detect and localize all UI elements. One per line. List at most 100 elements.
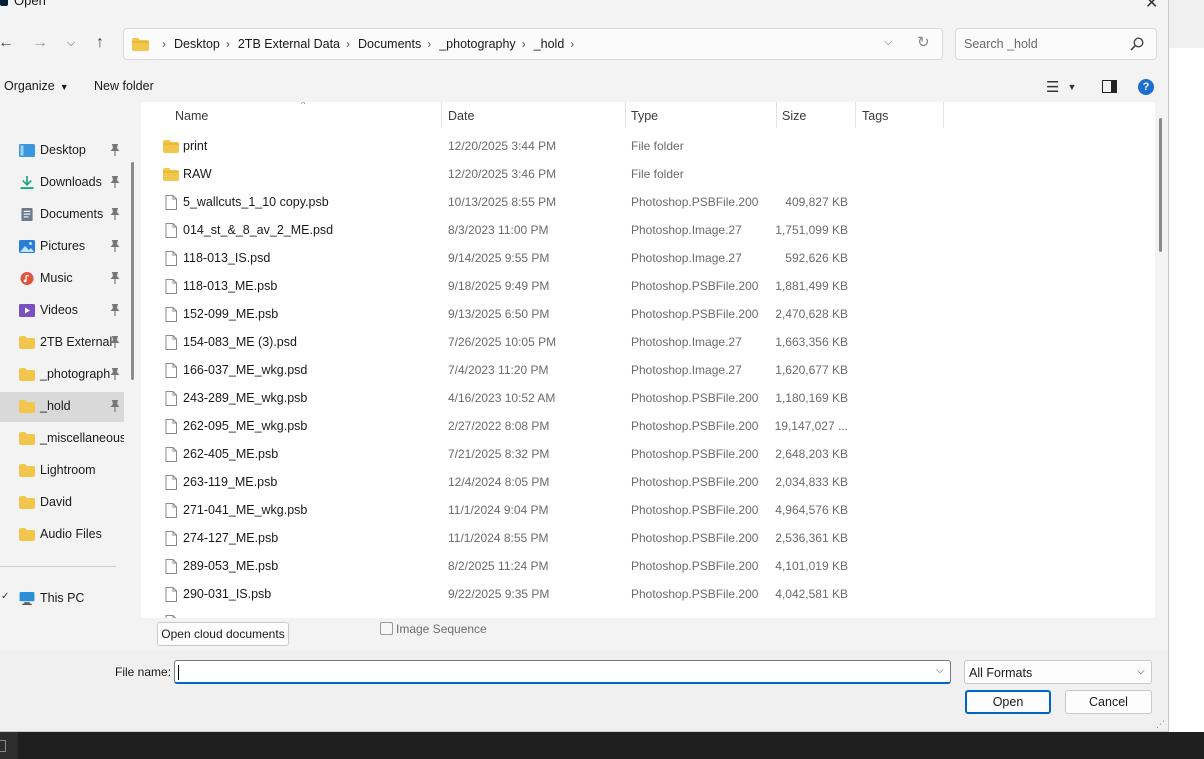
pin-icon[interactable]: [109, 399, 121, 413]
chevron-right-icon[interactable]: ›: [522, 37, 526, 51]
file-name-input[interactable]: [174, 660, 951, 684]
pin-icon[interactable]: [109, 367, 121, 381]
column-header-tags[interactable]: Tags: [856, 102, 943, 128]
file-list-scrollbar[interactable]: [1159, 118, 1162, 252]
file-row[interactable]: print 12/20/2025 3:44 PM File folder: [141, 132, 1155, 160]
file-date: 9/22/2025 9:35 PM: [448, 587, 550, 601]
forward-button[interactable]: →: [29, 32, 51, 54]
organize-button[interactable]: Organize ▼: [4, 79, 69, 93]
sidebar-item-lightroom[interactable]: Lightroom: [0, 456, 124, 486]
sidebar-item-desktop[interactable]: Desktop: [0, 136, 124, 166]
file-date: 9/13/2025 6:50 PM: [448, 307, 550, 321]
address-history-chevron-down-icon[interactable]: ⌵: [884, 36, 892, 49]
file-row[interactable]: 166-037_ME_wkg.psd 7/4/2023 11:20 PM Photo…: [141, 356, 1155, 384]
image-sequence-checkbox[interactable]: Image Sequence: [380, 622, 487, 636]
file-row[interactable]: 152-099_ME.psb 9/13/2025 6:50 PM Photoshop…: [141, 300, 1155, 328]
breadcrumb-2tb-external-data[interactable]: 2TB External Data: [238, 37, 340, 51]
sidebar-item-label: Videos: [40, 303, 78, 317]
file-date: 11/1/2024 8:55 PM: [448, 531, 549, 545]
pin-icon[interactable]: [109, 143, 121, 157]
column-header-date[interactable]: Date: [442, 102, 625, 128]
chevron-right-icon[interactable]: ›: [226, 37, 230, 51]
back-button[interactable]: ←: [0, 32, 17, 54]
close-button[interactable]: ✕: [1145, 0, 1158, 13]
sidebar-item-documents[interactable]: Documents: [0, 200, 124, 230]
file-name: 271-041_ME_wkg.psb: [183, 503, 308, 517]
address-bar[interactable]: › Desktop › 2TB External Data › Document…: [123, 28, 943, 60]
file-row-partial[interactable]: [141, 608, 1155, 618]
file-row[interactable]: 271-041_ME_wkg.psb 11/1/2024 9:04 PM Photo…: [141, 496, 1155, 524]
file-name: 154-083_ME (3).psd: [183, 335, 297, 349]
file-row[interactable]: 290-031_IS.psb 9/22/2025 9:35 PM Photoshop…: [141, 580, 1155, 608]
pin-icon[interactable]: [109, 175, 121, 189]
view-options-button[interactable]: ☰ ▼: [1046, 78, 1076, 96]
list-view-icon: ☰: [1046, 79, 1060, 96]
help-icon[interactable]: ?: [1138, 79, 1154, 95]
file-icon: [165, 223, 177, 238]
open-button[interactable]: Open: [965, 690, 1051, 714]
search-box[interactable]: Search _hold: [955, 28, 1157, 60]
sidebar-item-hold[interactable]: _hold: [0, 392, 124, 422]
file-row[interactable]: 262-095_ME_wkg.psb 2/27/2022 8:08 PM Photo…: [141, 412, 1155, 440]
pin-icon[interactable]: [109, 271, 121, 285]
breadcrumb-hold[interactable]: _hold: [534, 37, 565, 51]
file-row[interactable]: 289-053_ME.psb 8/2/2025 11:24 PM Photoshop…: [141, 552, 1155, 580]
sidebar-item-music[interactable]: Music: [0, 264, 124, 294]
up-button[interactable]: ↑: [89, 32, 111, 54]
column-header-size[interactable]: Size: [777, 102, 855, 128]
file-name-label: File name:: [115, 665, 172, 679]
file-row[interactable]: 262-405_ME.psb 7/21/2025 8:32 PM Photoshop…: [141, 440, 1155, 468]
resize-grip-icon[interactable]: ⋰: [1156, 719, 1165, 730]
cancel-button[interactable]: Cancel: [1065, 690, 1152, 714]
preview-pane-icon[interactable]: [1102, 80, 1117, 93]
column-header-type[interactable]: Type: [626, 102, 776, 128]
file-name: print: [183, 139, 208, 153]
new-folder-button[interactable]: New folder: [94, 79, 154, 93]
file-size: 2,648,203 KB: [775, 447, 848, 461]
file-row[interactable]: 014_st_&_8_av_2_ME.psd 8/3/2023 11:00 PM P…: [141, 216, 1155, 244]
title-bar: Open ✕: [0, 0, 1168, 16]
pin-icon[interactable]: [109, 303, 121, 317]
sidebar-item-pictures[interactable]: Pictures: [0, 232, 124, 262]
file-row[interactable]: 274-127_ME.psb 11/1/2024 8:55 PM Photoshop…: [141, 524, 1155, 552]
column-divider[interactable]: [943, 102, 944, 128]
file-size: 1,881,499 KB: [775, 279, 848, 293]
sidebar-item-miscellaneous[interactable]: _miscellaneous: [0, 424, 124, 454]
recent-locations-chevron-down-icon[interactable]: ⌵: [60, 32, 82, 54]
sidebar-item-2tb-external[interactable]: 2TB External: [0, 328, 124, 358]
pin-icon[interactable]: [109, 207, 121, 221]
file-list: Name ^ Date Type Size Tags print 12/20/20…: [141, 102, 1155, 618]
sidebar-item-downloads[interactable]: Downloads: [0, 168, 124, 198]
chevron-right-icon[interactable]: ›: [427, 37, 431, 51]
breadcrumb-documents[interactable]: Documents: [358, 37, 421, 51]
chevron-right-icon[interactable]: ›: [346, 37, 350, 51]
file-type: Photoshop.PSBFile.200: [631, 475, 759, 489]
chevron-right-icon[interactable]: ›: [570, 37, 574, 51]
file-row[interactable]: 263-119_ME.psb 12/4/2024 8:05 PM Photoshop…: [141, 468, 1155, 496]
sidebar-scrollbar[interactable]: [131, 162, 134, 380]
file-row[interactable]: RAW 12/20/2025 3:46 PM File folder: [141, 160, 1155, 188]
sidebar-item-photography[interactable]: _photograph: [0, 360, 124, 390]
sidebar-item-this-pc[interactable]: This PC: [0, 584, 124, 614]
sidebar-item-audio-files[interactable]: Audio Files: [0, 520, 124, 550]
file-name: 262-405_ME.psb: [183, 447, 279, 461]
sidebar-item-videos[interactable]: Videos: [0, 296, 124, 326]
pin-icon[interactable]: [109, 239, 121, 253]
file-row[interactable]: 118-013_IS.psd 9/14/2025 9:55 PM Photoshop…: [141, 244, 1155, 272]
file-row[interactable]: 118-013_ME.psb 9/18/2025 9:49 PM Photoshop…: [141, 272, 1155, 300]
file-row[interactable]: 154-083_ME (3).psd 7/26/2025 10:05 PM Phot…: [141, 328, 1155, 356]
file-row[interactable]: 243-289_ME_wkg.psb 4/16/2023 10:52 AM Phot…: [141, 384, 1155, 412]
refresh-icon[interactable]: ↻: [917, 33, 930, 51]
file-row[interactable]: 5_wallcuts_1_10 copy.psb 10/13/2025 8:55 …: [141, 188, 1155, 216]
pin-icon[interactable]: [109, 335, 121, 349]
breadcrumb-photography[interactable]: _photography: [439, 37, 515, 51]
breadcrumb-desktop[interactable]: Desktop: [174, 37, 220, 51]
file-date: 9/14/2025 9:55 PM: [448, 251, 550, 265]
file-format-select[interactable]: All Formats ⌵: [964, 660, 1152, 684]
checkbox-box[interactable]: [380, 622, 393, 635]
file-name-chevron-down-icon[interactable]: ⌵: [936, 665, 944, 676]
sidebar-item-david[interactable]: David: [0, 488, 124, 518]
open-cloud-documents-button[interactable]: Open cloud documents: [157, 622, 289, 646]
column-header-name[interactable]: Name ^: [141, 102, 441, 128]
download-icon: [20, 176, 34, 189]
